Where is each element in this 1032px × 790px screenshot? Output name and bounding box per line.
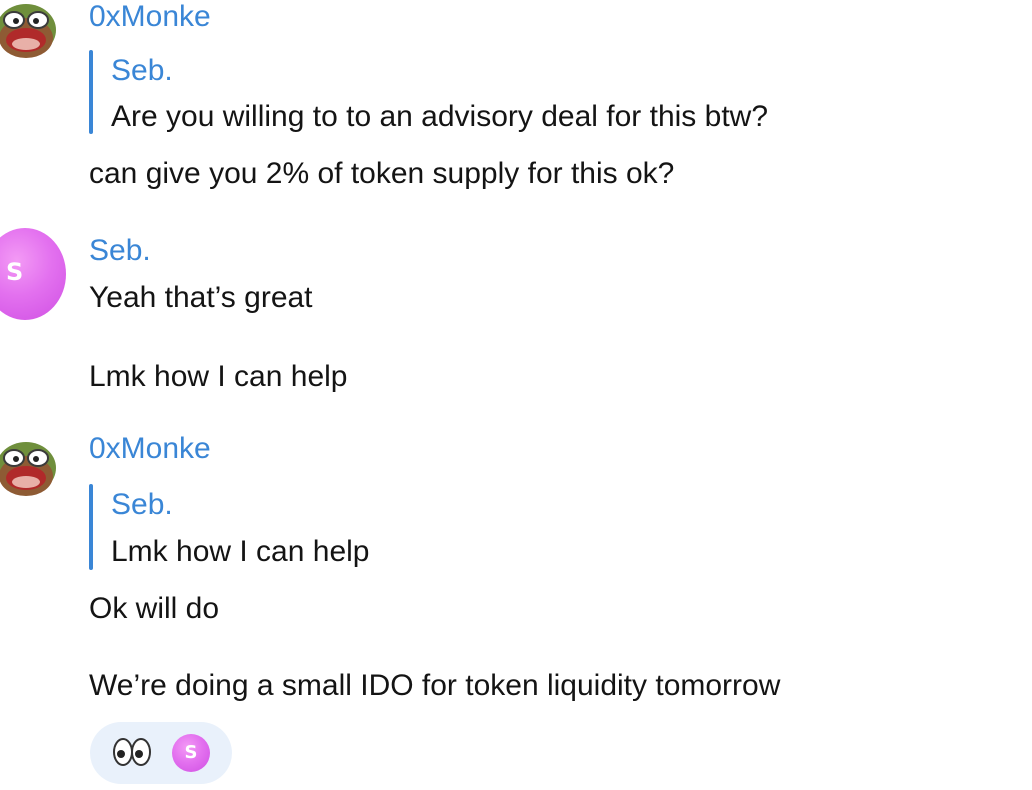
sender-name[interactable]: 0xMonke <box>89 2 211 32</box>
message-text: Ok will do <box>89 592 220 625</box>
message-text: Lmk how I can help <box>89 360 348 393</box>
quote-bar <box>89 484 93 570</box>
eyes-emoji-icon <box>112 736 152 768</box>
quote-bar <box>89 50 93 134</box>
message-text: Yeah that’s great <box>89 281 313 314</box>
reply-quote[interactable]: Seb. Lmk how I can help <box>89 484 889 570</box>
reply-quote[interactable]: Seb. Are you willing to to an advisory d… <box>89 50 889 134</box>
pepe-avatar-icon[interactable] <box>0 0 60 64</box>
avatar-letter: S <box>6 258 24 286</box>
reaction-pill[interactable]: S <box>90 722 232 784</box>
quote-text: Are you willing to to an advisory deal f… <box>111 100 768 133</box>
quote-author: Seb. <box>111 54 173 87</box>
sender-name[interactable]: 0xMonke <box>89 434 211 464</box>
avatar-seb[interactable]: S <box>0 228 66 320</box>
pepe-avatar-icon[interactable] <box>0 438 60 502</box>
quote-author: Seb. <box>111 488 173 521</box>
message-text: can give you 2% of token supply for this… <box>89 157 675 190</box>
reaction-user-avatar: S <box>172 734 210 772</box>
sender-name[interactable]: Seb. <box>89 236 151 266</box>
quote-text: Lmk how I can help <box>111 535 370 568</box>
message-text: We’re doing a small IDO for token liquid… <box>89 669 781 702</box>
avatar-letter: S <box>184 742 198 763</box>
